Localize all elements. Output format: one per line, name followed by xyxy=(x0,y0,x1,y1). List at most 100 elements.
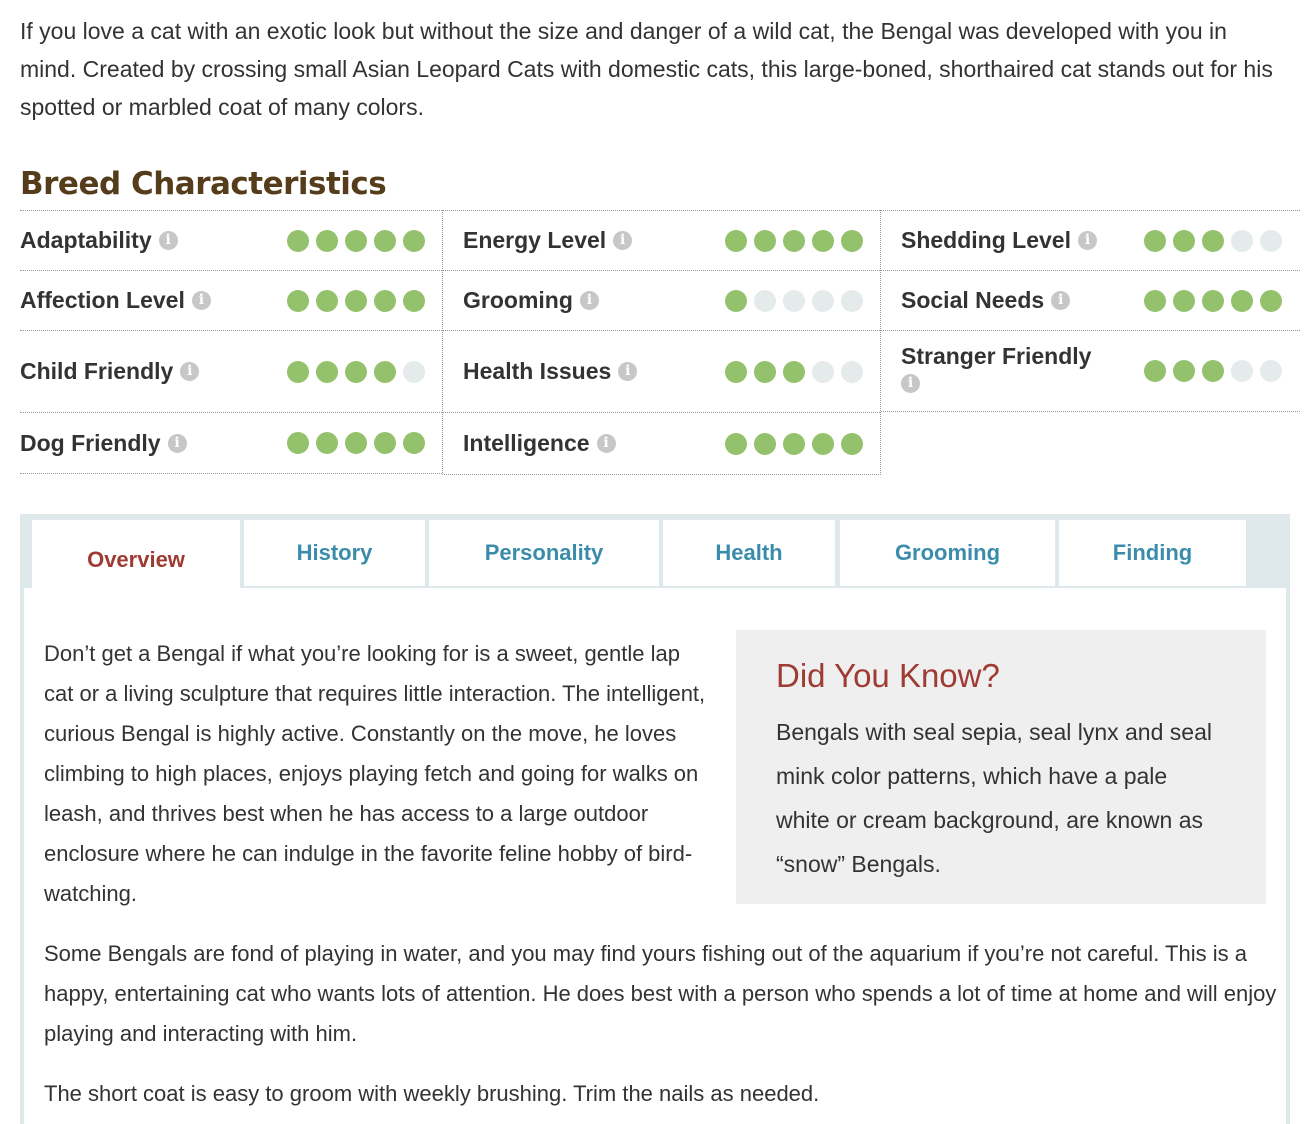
did-you-know-title: Did You Know? xyxy=(776,657,1000,694)
rating-dot-filled xyxy=(345,432,367,454)
rating-dot-empty xyxy=(1260,229,1282,252)
rating-dot-filled xyxy=(374,289,396,312)
characteristic-label: Energy Level xyxy=(463,227,607,253)
rating-dot-filled xyxy=(374,360,396,383)
rating-dot-filled xyxy=(725,229,747,252)
overview-paragraph-1: Don’t get a Bengal if what you’re lookin… xyxy=(44,641,706,906)
characteristic-row: Dog Friendly i xyxy=(20,412,442,474)
did-you-know-text: Bengals with seal sepia, seal lynx and s… xyxy=(776,719,1212,877)
rating-dot-empty xyxy=(1231,360,1253,382)
info-icon[interactable]: i xyxy=(1077,231,1097,250)
rating-dot-empty xyxy=(812,360,834,383)
rating-dot-filled xyxy=(754,229,776,252)
rating-dot-filled xyxy=(1173,360,1195,382)
rating-dots xyxy=(725,211,863,270)
info-icon[interactable]: i xyxy=(596,434,616,453)
rating-dots xyxy=(725,271,863,330)
rating-dot-filled xyxy=(316,360,338,383)
rating-dot-filled xyxy=(725,432,747,455)
rating-dot-filled xyxy=(1144,229,1166,252)
rating-dot-empty xyxy=(403,360,425,383)
rating-dot-filled xyxy=(345,289,367,312)
rating-dot-filled xyxy=(403,432,425,454)
rating-dot-filled xyxy=(725,360,747,383)
characteristic-label: Social Needs xyxy=(901,287,1045,313)
rating-dots xyxy=(287,331,425,412)
tab-grooming[interactable]: Grooming xyxy=(840,520,1055,586)
rating-dot-filled xyxy=(841,432,863,455)
characteristic-label: Dog Friendly xyxy=(20,429,161,456)
rating-dot-empty xyxy=(783,289,805,312)
rating-dots xyxy=(287,271,425,330)
info-icon[interactable]: i xyxy=(180,362,200,381)
intro-paragraph: If you love a cat with an exotic look bu… xyxy=(20,18,1273,120)
rating-dot-filled xyxy=(1173,289,1195,312)
rating-dot-filled xyxy=(287,229,309,252)
rating-dots xyxy=(725,331,863,412)
rating-dot-filled xyxy=(316,229,338,252)
rating-dot-filled xyxy=(754,360,776,383)
info-icon[interactable]: i xyxy=(1051,291,1071,310)
characteristic-row: Adaptability i xyxy=(20,210,442,270)
characteristic-label: Shedding Level xyxy=(901,227,1071,253)
info-icon[interactable]: i xyxy=(613,231,633,250)
rating-dot-filled xyxy=(345,360,367,383)
rating-dot-filled xyxy=(403,229,425,252)
characteristic-row: Child Friendly i xyxy=(20,330,442,412)
tab-history[interactable]: History xyxy=(244,520,425,586)
characteristic-label: Stranger Friendly xyxy=(901,343,1092,369)
rating-dot-filled xyxy=(812,229,834,252)
rating-dot-filled xyxy=(287,432,309,454)
rating-dot-empty xyxy=(1260,360,1282,382)
rating-dot-filled xyxy=(783,432,805,455)
rating-dot-filled xyxy=(1144,289,1166,312)
rating-dot-filled xyxy=(1202,229,1224,252)
tab-personality[interactable]: Personality xyxy=(429,520,659,586)
characteristic-row: Energy Level i xyxy=(443,210,880,270)
info-icon[interactable]: i xyxy=(167,433,187,453)
info-icon[interactable]: i xyxy=(158,231,178,250)
tab-overview[interactable]: Overview xyxy=(32,520,240,600)
rating-dot-filled xyxy=(1260,289,1282,312)
rating-dot-filled xyxy=(287,360,309,383)
rating-dot-filled xyxy=(374,229,396,252)
breed-characteristics-heading: Breed Characteristics xyxy=(20,166,387,202)
overview-paragraph-3: The short coat is easy to groom with wee… xyxy=(44,1081,820,1106)
characteristic-row: Grooming i xyxy=(443,270,880,330)
rating-dot-filled xyxy=(783,229,805,252)
overview-paragraph-2: Some Bengals are fond of playing in wate… xyxy=(44,941,1277,1046)
tab-finding[interactable]: Finding xyxy=(1059,520,1246,586)
rating-dot-filled xyxy=(1173,229,1195,252)
info-icon[interactable]: i xyxy=(579,291,599,310)
rating-dot-filled xyxy=(287,289,309,312)
rating-dot-filled xyxy=(403,289,425,312)
rating-dot-filled xyxy=(1202,360,1224,382)
rating-dot-empty xyxy=(1231,229,1253,252)
rating-dot-filled xyxy=(1231,289,1253,312)
rating-dot-empty xyxy=(841,360,863,383)
characteristics-column-2: Energy Level i Grooming i Health Issues i I… xyxy=(442,210,881,475)
info-icon[interactable]: i xyxy=(191,291,211,310)
rating-dot-filled xyxy=(316,289,338,312)
info-icon[interactable]: i xyxy=(618,362,638,381)
rating-dots xyxy=(725,413,863,474)
characteristic-row: Health Issues i xyxy=(443,330,880,412)
characteristic-label: Grooming xyxy=(463,287,573,313)
info-icon[interactable]: i xyxy=(901,374,920,393)
rating-dot-filled xyxy=(345,229,367,252)
characteristic-label: Intelligence xyxy=(463,430,590,456)
rating-dot-filled xyxy=(812,432,834,455)
rating-dots xyxy=(1144,211,1282,270)
tab-health[interactable]: Health xyxy=(663,520,835,586)
rating-dot-empty xyxy=(754,289,776,312)
rating-dots xyxy=(1144,331,1282,411)
characteristics-column-3: Shedding Level i Social Needs i Stranger F… xyxy=(881,210,1300,412)
characteristic-row: Stranger Friendly i xyxy=(881,330,1300,412)
rating-dot-filled xyxy=(754,432,776,455)
rating-dot-empty xyxy=(841,289,863,312)
characteristics-column-1: Adaptability i Affection Level i Child Fri… xyxy=(20,210,442,474)
characteristic-label: Health Issues xyxy=(463,358,612,384)
did-you-know-box: Did You Know? Bengals with seal sepia, s… xyxy=(736,630,1266,904)
rating-dot-filled xyxy=(374,432,396,454)
characteristic-row: Affection Level i xyxy=(20,270,442,330)
